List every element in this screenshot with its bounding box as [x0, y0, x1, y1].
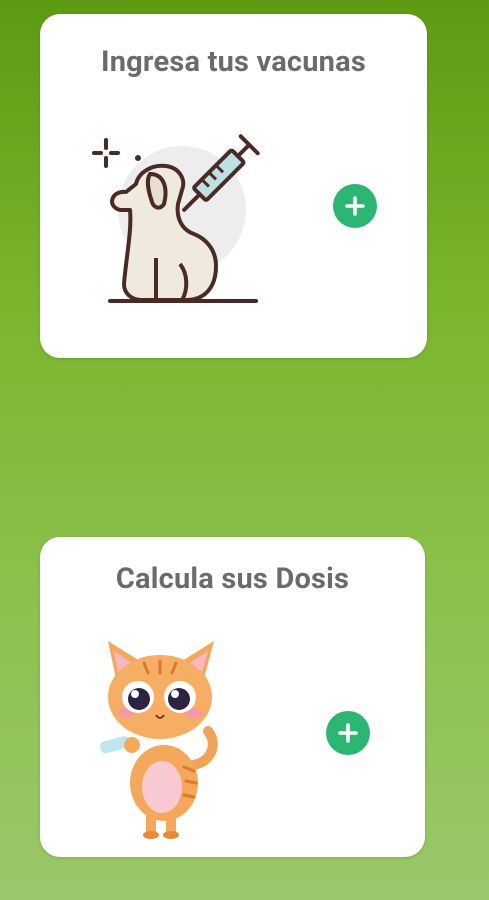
- add-dose-button[interactable]: [326, 711, 370, 755]
- plus-icon: [338, 723, 358, 743]
- dog-vaccine-illustration: [90, 118, 280, 308]
- add-vaccine-button[interactable]: [333, 184, 377, 228]
- dose-calculator-card[interactable]: Calcula sus Dosis: [40, 537, 425, 857]
- vaccine-entry-card[interactable]: Ingresa tus vacunas: [40, 14, 427, 358]
- cat-syringe-illustration: [94, 635, 229, 840]
- plus-icon: [345, 196, 365, 216]
- dose-card-title: Calcula sus Dosis: [115, 562, 350, 596]
- vaccine-card-title: Ingresa tus vacunas: [101, 45, 366, 79]
